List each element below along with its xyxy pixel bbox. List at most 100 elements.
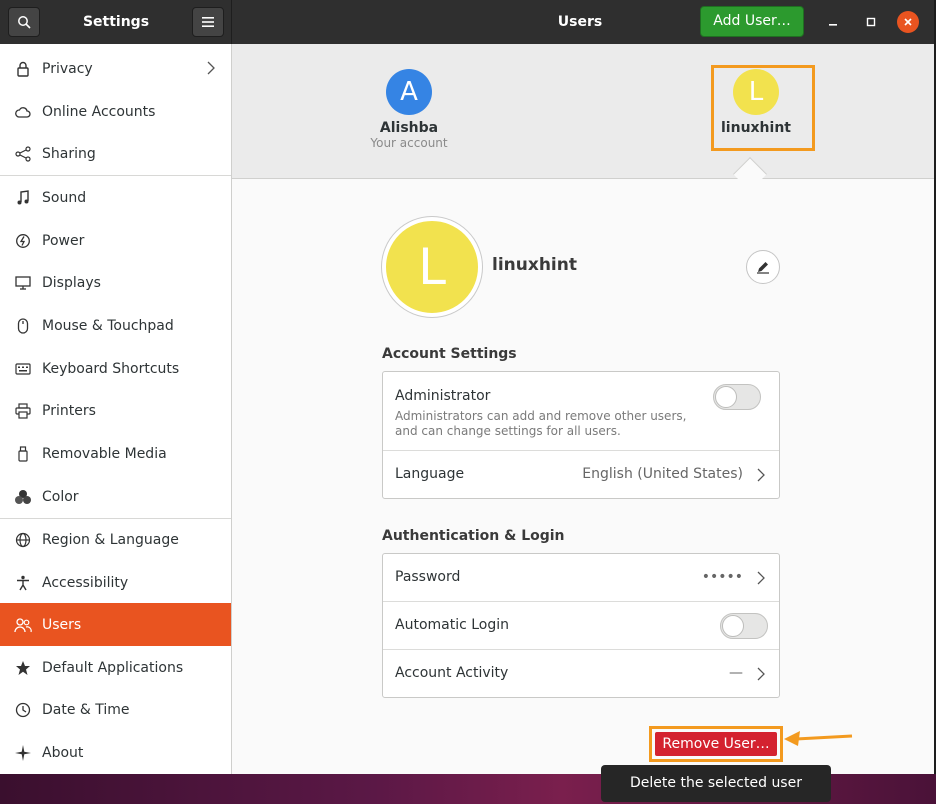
sidebar-item-color[interactable]: Color: [0, 475, 231, 518]
auth-login-title: Authentication & Login: [382, 528, 565, 544]
user-name: Alishba: [379, 120, 439, 136]
password-value: •••••: [701, 569, 743, 585]
color-circles-icon: [14, 488, 32, 506]
sidebar-item-date-time[interactable]: Date & Time: [0, 688, 231, 731]
maximize-icon: [866, 17, 876, 27]
sidebar-item-sound[interactable]: Sound: [0, 176, 231, 219]
sidebar-item-label: Default Applications: [42, 659, 184, 676]
sidebar-item-label: Removable Media: [42, 445, 167, 462]
sidebar-item-printers[interactable]: Printers: [0, 389, 231, 432]
sidebar-item-sharing[interactable]: Sharing: [0, 132, 231, 175]
sidebar-item-privacy[interactable]: Privacy: [0, 47, 231, 90]
avatar: A: [386, 69, 432, 115]
music-note-icon: [14, 189, 32, 207]
automatic-login-toggle[interactable]: [720, 613, 768, 639]
sidebar-item-accessibility[interactable]: Accessibility: [0, 561, 231, 604]
page-title: Users: [557, 14, 603, 30]
chevron-right-icon: [207, 61, 215, 79]
share-icon: [14, 145, 32, 163]
sidebar-item-power[interactable]: Power: [0, 219, 231, 262]
minimize-button[interactable]: [822, 11, 844, 33]
search-icon: [18, 16, 31, 29]
edit-name-button[interactable]: [746, 250, 780, 284]
keyboard-icon: [14, 360, 32, 378]
header-left: Settings: [0, 0, 232, 44]
sidebar-item-label: Mouse & Touchpad: [42, 317, 174, 334]
auth-login-list: Password ••••• Automatic Login Account A…: [382, 553, 780, 698]
chevron-right-icon: [757, 467, 765, 486]
menu-button[interactable]: [192, 7, 224, 37]
account-settings-title: Account Settings: [382, 346, 517, 362]
settings-title: Settings: [82, 14, 150, 30]
administrator-label: Administrator: [395, 388, 491, 404]
search-button[interactable]: [8, 7, 40, 37]
hamburger-icon: [202, 17, 214, 27]
sidebar-item-label: Region & Language: [42, 531, 179, 548]
power-icon: [14, 232, 32, 250]
clock-icon: [14, 701, 32, 719]
administrator-row: Administrator Administrators can add and…: [383, 372, 779, 451]
sidebar-item-region-language[interactable]: Region & Language: [0, 518, 231, 561]
sidebar-item-label: Keyboard Shortcuts: [42, 360, 180, 377]
account-activity-row[interactable]: Account Activity —: [383, 650, 779, 698]
sidebar-item-label: Sound: [42, 189, 87, 206]
sidebar-item-label: Online Accounts: [42, 103, 156, 120]
sidebar-item-label: Color: [42, 488, 79, 505]
sidebar-item-mouse-touchpad[interactable]: Mouse & Touchpad: [0, 304, 231, 347]
sidebar-item-keyboard-shortcuts[interactable]: Keyboard Shortcuts: [0, 347, 231, 390]
maximize-button[interactable]: [860, 11, 882, 33]
chevron-right-icon: [757, 666, 765, 685]
annotation-highlight-box: Remove User…: [649, 726, 783, 762]
account-activity-label: Account Activity: [395, 665, 509, 681]
sidebar-item-about[interactable]: About: [0, 731, 231, 774]
lock-icon: [14, 60, 32, 78]
users-panel: A Alishba Your account L linuxhint L lin…: [232, 44, 934, 774]
user-avatar-large[interactable]: L: [382, 217, 482, 317]
administrator-description: Administrators can add and remove other …: [395, 409, 687, 438]
sidebar-item-displays[interactable]: Displays: [0, 261, 231, 304]
sidebar-item-label: Users: [42, 616, 82, 633]
language-value: English (United States): [582, 466, 743, 482]
language-label: Language: [395, 466, 465, 482]
minimize-icon: [829, 24, 837, 26]
sparkle-icon: [14, 744, 32, 762]
settings-window: Settings Users Add User… Privacy Online …: [0, 0, 936, 774]
automatic-login-label: Automatic Login: [395, 617, 510, 633]
sidebar-item-label: Printers: [42, 402, 96, 419]
sidebar-item-removable-media[interactable]: Removable Media: [0, 432, 231, 475]
sidebar-item-label: Sharing: [42, 145, 96, 162]
password-label: Password: [395, 569, 461, 585]
display-icon: [14, 274, 32, 292]
users-icon: [14, 616, 32, 634]
sidebar-item-label: Accessibility: [42, 574, 129, 591]
automatic-login-row: Automatic Login: [383, 602, 779, 650]
header-bar: Settings Users Add User…: [0, 0, 934, 44]
language-row[interactable]: Language English (United States): [383, 451, 779, 498]
sidebar-item-users[interactable]: Users: [0, 603, 231, 646]
chevron-right-icon: [757, 570, 765, 589]
add-user-button[interactable]: Add User…: [700, 6, 804, 37]
remove-user-button[interactable]: Remove User…: [655, 732, 777, 756]
sidebar-item-label: Privacy: [42, 60, 93, 77]
user-subtitle: Your account: [370, 136, 448, 150]
sidebar-item-label: Displays: [42, 274, 101, 291]
star-icon: [14, 659, 32, 677]
password-row[interactable]: Password •••••: [383, 554, 779, 602]
close-icon: [904, 18, 912, 26]
toggle-knob: [715, 386, 737, 408]
annotation-arrow: [784, 731, 853, 746]
sidebar-item-online-accounts[interactable]: Online Accounts: [0, 90, 231, 133]
mouse-icon: [14, 317, 32, 335]
account-settings-list: Administrator Administrators can add and…: [382, 371, 780, 499]
administrator-toggle[interactable]: [713, 384, 761, 410]
globe-icon: [14, 531, 32, 549]
sidebar-item-default-applications[interactable]: Default Applications: [0, 646, 231, 689]
sidebar-item-label: Power: [42, 232, 85, 249]
sidebar: Privacy Online Accounts Sharing Sound Po…: [0, 44, 232, 774]
accessibility-icon: [14, 574, 32, 592]
user-full-name: linuxhint: [492, 255, 577, 275]
pencil-icon: [757, 262, 769, 274]
remove-user-tooltip: Delete the selected user account: [601, 765, 831, 802]
usb-drive-icon: [14, 445, 32, 463]
close-button[interactable]: [897, 11, 919, 33]
